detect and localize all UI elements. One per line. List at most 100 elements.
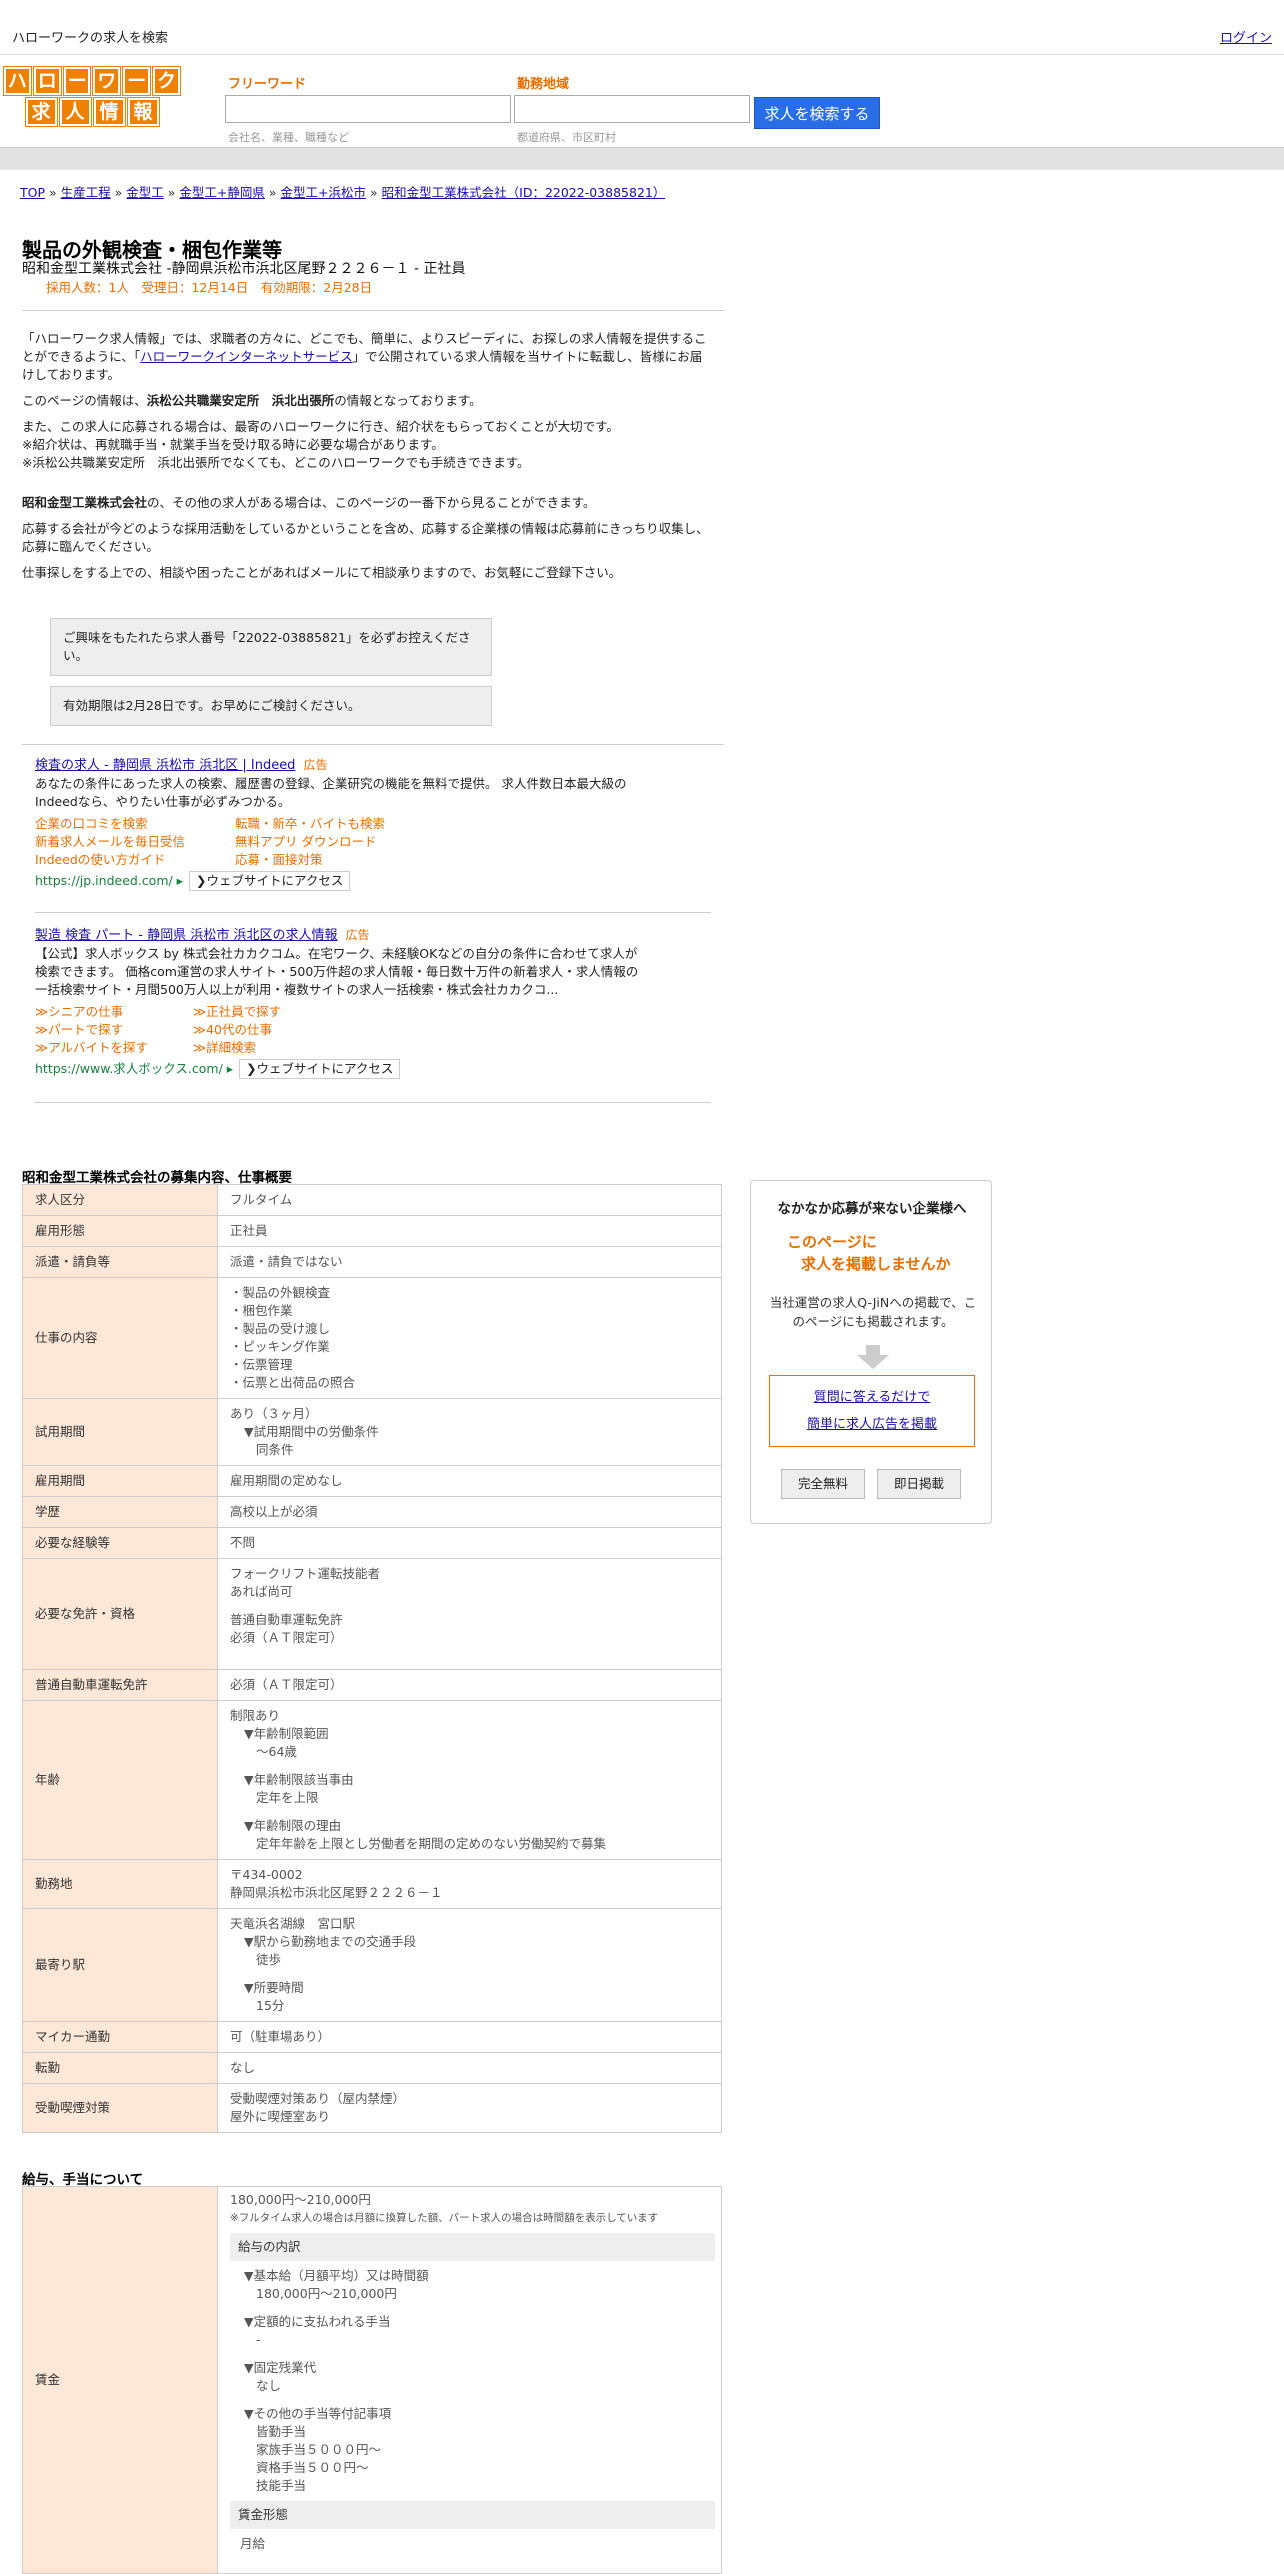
breadcrumb-category[interactable]: 生産工程 (61, 185, 111, 200)
ad-sitelink[interactable]: ≫アルバイトを探す (35, 1039, 153, 1057)
divider (22, 744, 724, 745)
ad-url[interactable]: https://www.求人ボックス.com/ ▸ (35, 1061, 233, 1076)
table-row: 賃金 180,000円〜210,000円 ※フルタイム求人の場合は月額に換算した… (22, 2186, 722, 2574)
row-key: 求人区分 (22, 1184, 218, 1216)
intro-p2-end: の情報となっております。 (334, 393, 482, 408)
ad-sitelink[interactable]: ≫詳細検索 (193, 1039, 393, 1057)
intro-p2: このページの情報は、 (22, 393, 147, 408)
value-line: 15分 (256, 1998, 285, 2013)
sidebar-catch-line: 求人を掲載しませんか (801, 1255, 951, 1273)
table-row: 受動喫煙対策 受動喫煙対策あり（屋内禁煙） 屋外に喫煙室あり (22, 2083, 722, 2133)
sidebar-link-box: 質問に答えるだけで 簡単に求人広告を掲載 (769, 1375, 975, 1447)
divider (22, 310, 724, 311)
intro-p3-note2: ※浜松公共職業安定所 浜北出張所でなくても、どこのハローワークでも手続きできます… (22, 455, 530, 470)
value-line: あり（３ヶ月） (230, 1406, 318, 1421)
row-value: 受動喫煙対策あり（屋内禁煙） 屋外に喫煙室あり (217, 2083, 722, 2133)
search-button[interactable]: 求人を検索する (754, 97, 880, 129)
table-row: 転勤 なし (22, 2052, 722, 2084)
office-name: 浜松公共職業安定所 浜北出張所 (146, 393, 335, 408)
row-value: 180,000円〜210,000円 ※フルタイム求人の場合は月額に換算した額、パ… (217, 2186, 722, 2574)
ad-title[interactable]: 検査の求人 - 静岡県 浜松市 浜北区 | Indeed (35, 758, 295, 773)
value-line: ▼基本給（月額平均）又は時間額 (244, 2268, 429, 2283)
table-row: 試用期間 あり（３ヶ月） ▼試用期間中の労働条件 同条件 (22, 1398, 722, 1466)
table-row: 年齢 制限あり ▼年齢制限範囲 〜64歳 ▼年齢制限該当事由 定年を上限 ▼年齢… (22, 1700, 722, 1860)
ad-sitelink[interactable]: ≫正社員で探す (193, 1003, 393, 1021)
breadcrumb-city[interactable]: 金型工+浜松市 (281, 185, 366, 200)
free-button[interactable]: 完全無料 (781, 1469, 865, 1499)
ad-visit-button[interactable]: ❯ウェブサイトにアクセス (188, 871, 351, 891)
logo-char: 情 (92, 97, 126, 127)
breadcrumb-pref[interactable]: 金型工+静岡県 (179, 185, 264, 200)
logo-char: 人 (58, 97, 92, 127)
salary-title: 給与、手当について (22, 2172, 144, 2188)
logo-char: ワ (92, 66, 122, 96)
ad-sitelink[interactable]: 新着求人メールを毎日受信 (35, 833, 195, 851)
table-row: 勤務地 〒434-0002 静岡県浜松市浜北区尾野２２２６－１ (22, 1859, 722, 1909)
row-key: 仕事の内容 (22, 1277, 218, 1399)
table-row: 学歴 高校以上が必須 (22, 1496, 722, 1528)
value-line: 必須（ＡＴ限定可） (230, 1630, 343, 1645)
ad-desc: あなたの条件にあった求人の検索、履歴書の登録、企業研究の機能を無料で提供。 求人… (35, 776, 627, 809)
intro-p3: また、この求人に応募される場合は、最寄のハローワークに行き、紹介状をもらっておく… (22, 419, 619, 434)
breadcrumb-sep: » (49, 185, 57, 200)
row-value: 不問 (217, 1527, 722, 1559)
site-logo[interactable]: ハ ロ ー ワ ー ク 求 人 情 報 (3, 66, 181, 129)
breadcrumb-company[interactable]: 昭和金型工業株式会社（ID：22022-03885821） (382, 185, 666, 200)
keyword-input[interactable] (225, 95, 511, 123)
sidebar-link-answer[interactable]: 質問に答えるだけで (814, 1390, 931, 1405)
top-bar: ハローワークの求人を検索 ログイン (0, 0, 1284, 55)
sidebar-desc: 当社運営の求人Q-JiNへの掲載で、このページにも掲載されます。 (769, 1295, 977, 1329)
value-line: 定年を上限 (256, 1790, 319, 1805)
value-line: 〒434-0002 (230, 1867, 303, 1882)
value-line: あれば尚可 (230, 1584, 293, 1599)
ad-sitelink[interactable]: 無料アプリ ダウンロード (235, 833, 435, 851)
breadcrumb-top[interactable]: TOP (20, 185, 45, 200)
row-value: ・製品の外観検査 ・梱包作業 ・製品の受け渡し ・ピッキング作業 ・伝票管理 ・… (217, 1277, 722, 1399)
ad-sitelink[interactable]: ≫シニアの仕事 (35, 1003, 153, 1021)
same-day-button[interactable]: 即日掲載 (877, 1469, 961, 1499)
salary-breakdown-heading: 給与の内訳 (230, 2233, 715, 2261)
value-line: 180,000円〜210,000円 (256, 2286, 397, 2301)
table-row: 派遣・請負等 派遣・請負ではない (22, 1246, 722, 1278)
ad-sitelink[interactable]: 転職・新卒・バイトも検索 (235, 815, 435, 833)
breadcrumb: TOP » 生産工程 » 金型工 » 金型工+静岡県 » 金型工+浜松市 » 昭… (20, 182, 665, 201)
breadcrumb-sep: » (370, 185, 378, 200)
value-line: 〜64歳 (256, 1744, 297, 1759)
ad-sitelink[interactable]: Indeedの使い方ガイド (35, 851, 195, 869)
sidebar-link-post[interactable]: 簡単に求人広告を掲載 (807, 1417, 937, 1432)
value-line: 同条件 (256, 1442, 294, 1457)
logo-char: ロ (32, 66, 62, 96)
ad-sitelink[interactable]: 応募・面接対策 (235, 851, 435, 869)
header-divider (0, 147, 1284, 170)
breadcrumb-sep: » (114, 185, 123, 200)
ad-sitelink[interactable]: 企業の口コミを検索 (35, 815, 195, 833)
ad-visit-button[interactable]: ❯ウェブサイトにアクセス (239, 1059, 401, 1079)
area-input[interactable] (514, 95, 750, 123)
table-row: 求人区分 フルタイム (22, 1184, 722, 1216)
ad-title[interactable]: 製造 検査 パート - 静岡県 浜松市 浜北区の求人情報 (35, 928, 338, 943)
intro-p5: 応募する会社が今どのような採用活動をしているかということを含め、応募する企業様の… (22, 521, 709, 554)
value-line: 天竜浜名湖線 宮口駅 (230, 1916, 356, 1931)
row-key: 年齢 (22, 1700, 218, 1860)
value-line: なし (256, 2378, 282, 2393)
table-row: 雇用期間 雇用期間の定めなし (22, 1465, 722, 1497)
logo-char: ク (152, 66, 181, 96)
ad-sitelink[interactable]: ≫パートで探す (35, 1021, 153, 1039)
value-line: ・製品の外観検査 (230, 1285, 331, 1300)
summary-table: 求人区分 フルタイム 雇用形態 正社員 派遣・請負等 派遣・請負ではない 仕事の内容 … (22, 1184, 722, 2133)
hellowork-internet-link[interactable]: ハローワークインターネットサービス (140, 349, 353, 364)
row-value: あり（３ヶ月） ▼試用期間中の労働条件 同条件 (217, 1398, 722, 1466)
ad-url[interactable]: https://jp.indeed.com/ ▸ (35, 873, 183, 888)
value-line: ▼その他の手当等付記事項 (244, 2406, 392, 2421)
login-link[interactable]: ログイン (1220, 27, 1272, 46)
row-value: 必須（ＡＴ限定可） (217, 1669, 722, 1701)
breadcrumb-sep: » (268, 185, 277, 200)
value-line: ▼年齢制限範囲 (244, 1726, 329, 1741)
row-key: 受動喫煙対策 (22, 2083, 218, 2133)
row-value: フルタイム (217, 1184, 722, 1216)
ad-sitelink[interactable]: ≫40代の仕事 (193, 1021, 393, 1039)
salary-note: ※フルタイム求人の場合は月額に換算した額、パート求人の場合は時間額を表示していま… (230, 2212, 659, 2224)
breadcrumb-job[interactable]: 金型工 (126, 185, 164, 200)
value-line: ▼所要時間 (244, 1980, 304, 1995)
notice-deadline: 有効期限は2月28日です。お早めにご検討ください。 (50, 686, 492, 726)
